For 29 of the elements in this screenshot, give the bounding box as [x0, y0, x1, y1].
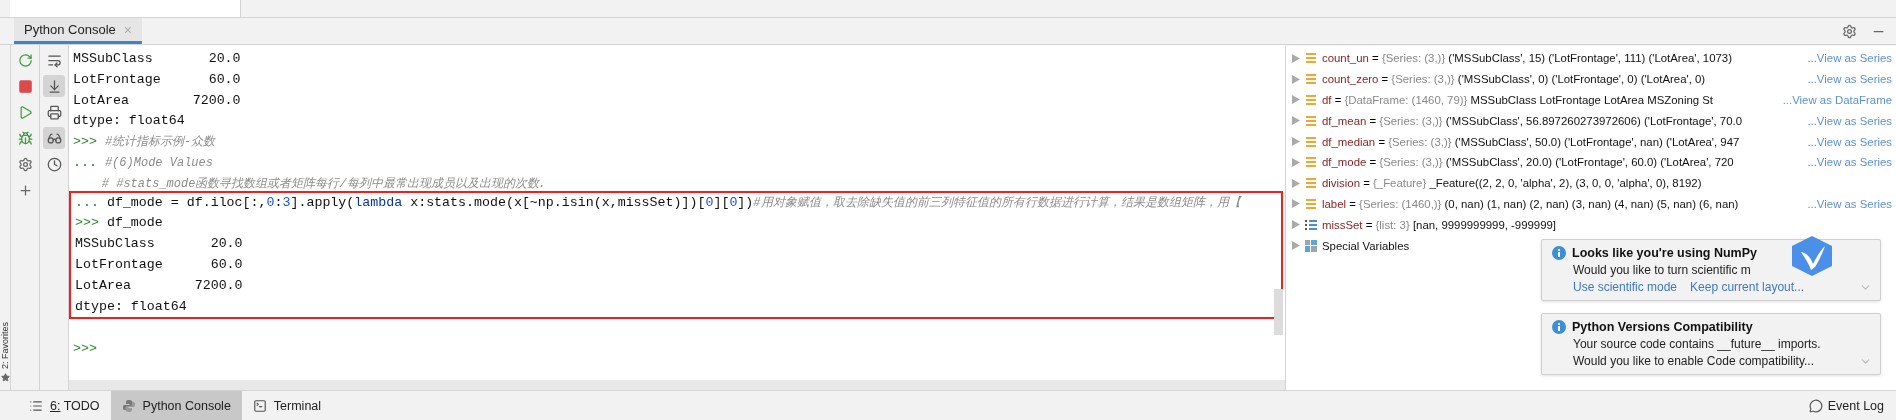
- notification-title: Python Versions Compatibility: [1572, 320, 1753, 334]
- console-line: LotArea 7200.0: [72, 91, 242, 110]
- variable-text: df_mode = {Series: (3,)} ('MSSubClass', 20.0) ('LotFrontage', 60.0) ('LotArea', 720: [1322, 156, 1734, 169]
- console-line: MSSubClass 20.0: [72, 50, 242, 68]
- variable-text: missSet = {list: 3} [nan, 9999999999, -999999]: [1322, 218, 1557, 231]
- notification-text: Would you like to enable Code compatibility...: [1573, 354, 1815, 368]
- console-line: MSSubClass 20.0: [74, 235, 244, 254]
- variable-text: count_zero = {Series: (3,)} ('MSSubClass', 0) ('LotFrontage', 0) ('LotArea', 0): [1322, 73, 1706, 86]
- variable-text: df_median = {Series: (3,)} ('MSSubClass', 50.0) ('LotFrontage', nan) ('LotArea', 947: [1322, 135, 1740, 148]
- variable-text: Special Variables: [1322, 239, 1410, 252]
- console-line: >>> df_mode: [74, 214, 164, 233]
- console-line: ... df_mode = df.iloc[:,0:3].apply(lambda x:stats.mode(x[~np.isin(x,missSet)])[0][0])#用对象赋值，取去除缺失值的前三列特征值的所有行数据进行计算，结果是数组矩阵，用【: [74, 193, 1243, 212]
- console-line: LotFrontage 60.0: [74, 255, 244, 274]
- variable-text: df_mean = {Series: (3,)} ('MSSubClass', 56.897260273972606) ('LotFrontage', 70.0: [1322, 114, 1742, 127]
- console-line: LotFrontage 60.0: [72, 70, 242, 89]
- notification-title: Looks like you're using NumPy: [1572, 246, 1757, 260]
- console-line: dtype: float64: [74, 297, 188, 316]
- console-line: ... #(6)Mode Values: [72, 154, 214, 172]
- notification-text: Would you like to turn scientific m: [1573, 263, 1751, 277]
- variable-text: df = {DataFrame: (1460, 79)} MSSubClass LotFrontage LotArea MSZoning St: [1322, 94, 1713, 106]
- variable-text: division = {_Feature} _Feature((2, 2, 0, 'alpha', 2), (3, 0, 0, 'alpha', 0), 8192): [1322, 177, 1702, 190]
- variable-text: label = {Series: (1460,)} (0, nan) (1, nan) (2, nan) (3, nan) (4, nan) (5, nan) (6, nan): [1322, 197, 1739, 210]
- variable-text: count_un = {Series: (3,)} ('MSSubClass', 15) ('LotFrontage', 111) ('LotArea', 1073): [1322, 52, 1732, 65]
- console-line: # #stats_mode函数寻找数组或者矩阵每行/每列中最常出现成员以及出现的次数.: [100, 175, 547, 193]
- console-line: LotArea 7200.0: [74, 276, 244, 295]
- tab-title: Python Console: [24, 22, 116, 37]
- notification-text: Your source code contains __future__ imports.: [1573, 337, 1821, 351]
- console-line: >>> #统计指标示例-众数: [72, 133, 217, 152]
- console-line: dtype: float64: [72, 112, 186, 131]
